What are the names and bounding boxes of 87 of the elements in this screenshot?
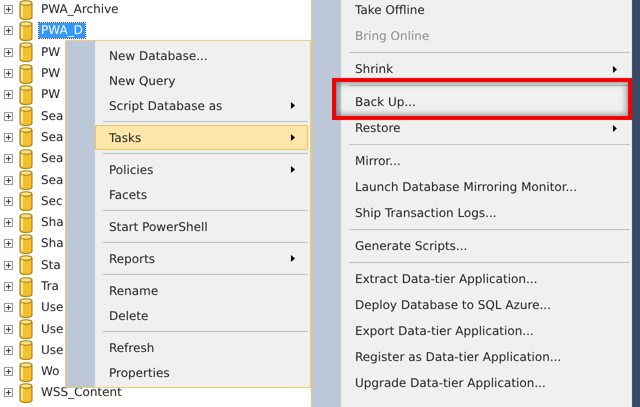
database-icon	[19, 212, 33, 233]
expand-icon[interactable]	[4, 112, 13, 121]
menu-item[interactable]: Reports	[95, 246, 308, 271]
submenu-arrow-icon	[291, 255, 295, 262]
tree-item[interactable]: Sta	[39, 258, 63, 273]
tree-item[interactable]: Use	[39, 322, 66, 337]
submenu-arrow-icon	[291, 134, 295, 141]
expand-icon[interactable]	[4, 48, 13, 57]
menu-item[interactable]: Shrink	[341, 56, 630, 82]
tree-item[interactable]: Sea	[39, 151, 66, 166]
expand-icon[interactable]	[4, 69, 13, 78]
database-icon	[19, 234, 33, 254]
tree-item[interactable]: PW	[39, 66, 62, 82]
expand-icon[interactable]	[4, 218, 13, 228]
database-icon	[19, 382, 33, 403]
menu-item[interactable]: New Database...	[95, 43, 308, 68]
menu-item[interactable]: Refresh	[95, 335, 308, 360]
database-icon	[19, 42, 33, 62]
expand-icon[interactable]	[4, 367, 13, 376]
tree-item[interactable]: PW	[39, 44, 62, 60]
menu-item[interactable]: Facets	[95, 182, 308, 207]
expand-icon[interactable]	[4, 239, 13, 248]
tree-item[interactable]: Wo	[39, 364, 62, 380]
menu-item[interactable]: Start PowerShell	[95, 214, 308, 239]
tree-item[interactable]: WSS_Content	[39, 385, 124, 400]
expand-icon[interactable]	[4, 132, 13, 142]
tree-item[interactable]: PWA_Archive	[39, 2, 121, 18]
tree-item[interactable]: Use	[39, 300, 66, 316]
menu-item[interactable]: Tasks	[95, 125, 308, 150]
menu-item[interactable]: New Query	[95, 68, 308, 93]
menu-item[interactable]: Script Database as	[95, 93, 308, 118]
menu-item[interactable]: Back Up...	[341, 89, 630, 115]
menu-item[interactable]: Mirror...	[341, 148, 630, 174]
database-icon	[19, 319, 33, 340]
menu-item[interactable]: Extract Data-tier Application...	[341, 266, 630, 292]
database-icon	[19, 340, 33, 360]
database-icon	[19, 298, 33, 318]
database-icon	[19, 20, 33, 41]
expand-icon[interactable]	[4, 5, 13, 14]
tree-item[interactable]: Sha	[39, 236, 66, 252]
menu-item[interactable]: Export Data-tier Application...	[341, 318, 630, 344]
database-icon	[19, 106, 33, 126]
menu-item[interactable]: Launch Database Mirroring Monitor...	[341, 174, 630, 200]
expand-icon[interactable]	[4, 90, 13, 100]
menu-item[interactable]: Rename	[95, 278, 308, 303]
tree-item[interactable]: Sec	[39, 194, 65, 209]
database-icon	[19, 170, 33, 190]
expand-icon[interactable]	[4, 260, 13, 270]
expand-icon[interactable]	[4, 176, 13, 185]
submenu-arrow-icon	[613, 66, 617, 72]
tree-item[interactable]: Sha	[39, 215, 66, 230]
menu-item[interactable]: Take Offline	[341, 0, 630, 23]
submenu-arrow-icon	[291, 102, 295, 109]
submenu-arrow-icon	[291, 166, 295, 173]
expand-icon[interactable]	[4, 388, 13, 398]
tree-item[interactable]: Use	[39, 342, 66, 358]
database-icon	[19, 64, 33, 84]
tree-item[interactable]: PW	[39, 87, 62, 102]
database-icon	[19, 84, 33, 105]
database-icon	[19, 0, 33, 20]
database-icon	[19, 276, 33, 296]
expand-icon[interactable]	[4, 303, 13, 312]
menu-item[interactable]: Policies	[95, 157, 308, 182]
expand-icon[interactable]	[4, 26, 13, 36]
menu-item[interactable]: Deploy Database to SQL Azure...	[341, 292, 630, 318]
menu-item[interactable]: Restore	[341, 115, 630, 141]
database-icon	[19, 148, 33, 169]
expand-icon[interactable]	[4, 324, 13, 334]
database-icon	[19, 255, 33, 276]
menu-item[interactable]: Properties	[95, 360, 308, 385]
menu-item[interactable]: Generate Scripts...	[341, 233, 630, 259]
menu-item[interactable]: Upgrade Data-tier Application...	[341, 370, 630, 396]
expand-icon[interactable]	[4, 282, 13, 291]
submenu-arrow-icon	[613, 124, 617, 132]
database-icon	[19, 127, 33, 148]
tree-item[interactable]: Sea	[39, 130, 66, 145]
menu-item[interactable]: Delete	[95, 303, 308, 328]
expand-icon[interactable]	[4, 346, 13, 355]
tree-item[interactable]: Sea	[39, 172, 66, 188]
tree-item[interactable]: Sea	[39, 108, 66, 124]
database-icon	[19, 191, 33, 212]
database-icon	[19, 362, 33, 382]
menu-item[interactable]: Register as Data-tier Application...	[341, 344, 630, 370]
expand-icon[interactable]	[4, 154, 13, 164]
menu-item[interactable]: Ship Transaction Logs...	[341, 200, 630, 226]
tree-item[interactable]: Tra	[39, 279, 61, 294]
expand-icon[interactable]	[4, 196, 13, 206]
